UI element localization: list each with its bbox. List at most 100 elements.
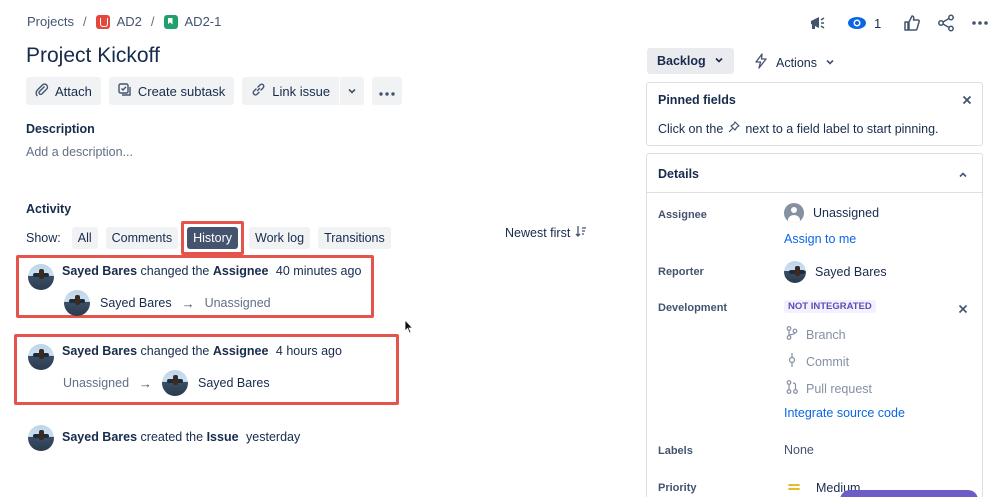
watch-count: 1: [874, 15, 882, 31]
filter-transitions[interactable]: Transitions: [318, 227, 391, 249]
development-label: Development: [658, 302, 728, 314]
filter-work-log[interactable]: Work log: [249, 227, 311, 249]
feedback-megaphone-icon[interactable]: [806, 12, 828, 34]
sort-order-button[interactable]: Newest first: [505, 225, 587, 240]
activity-time: 4 hours ago: [275, 344, 342, 358]
story-icon: [163, 14, 178, 29]
avatar: [64, 290, 90, 316]
dev-pull-request: Pull request: [786, 380, 872, 397]
issue-title[interactable]: Project Kickoff: [26, 44, 160, 68]
integrate-source-code-link[interactable]: Integrate source code: [784, 406, 905, 420]
activity-entry-summary: Sayed Bares created the Issue yesterday: [62, 430, 300, 444]
breadcrumb: Projects / AD2 / AD2-1: [27, 14, 221, 29]
activity-filters: Show: All Comments History Work log Tran…: [26, 221, 399, 255]
floating-action-button[interactable]: [840, 490, 978, 497]
lightning-icon: [754, 53, 768, 72]
chevron-down-icon: [347, 84, 357, 99]
watch-button[interactable]: 1: [846, 12, 881, 34]
breadcrumb-project[interactable]: AD2: [117, 14, 142, 29]
priority-medium-icon: [788, 480, 800, 495]
arrow-right-icon: →: [181, 295, 195, 311]
activity-field: Assignee: [212, 264, 269, 278]
close-icon[interactable]: [958, 302, 968, 317]
sort-descending-icon: [575, 225, 587, 240]
link-issue-dropdown[interactable]: [340, 77, 365, 105]
activity-verb: changed the: [140, 344, 210, 358]
pinned-fields-hint: Click on the next to a field label to st…: [658, 121, 939, 136]
activity-user[interactable]: Sayed Bares: [62, 430, 137, 444]
activity-entry: Sayed Bares changed the Assignee 4 hours…: [28, 344, 342, 370]
activity-entry-summary: Sayed Bares changed the Assignee 40 minu…: [62, 264, 361, 278]
labels-value[interactable]: None: [784, 443, 814, 457]
thumbs-up-icon[interactable]: [901, 12, 923, 34]
paperclip-icon: [35, 82, 49, 100]
description-input[interactable]: Add a description...: [26, 145, 133, 159]
activity-user[interactable]: Sayed Bares: [62, 264, 137, 278]
assignee-field[interactable]: Unassigned: [784, 203, 879, 223]
filter-comments[interactable]: Comments: [105, 227, 179, 249]
avatar: [28, 264, 54, 290]
assign-to-me-link[interactable]: Assign to me: [784, 232, 856, 246]
link-issue-label: Link issue: [272, 83, 331, 99]
avatar: [28, 425, 54, 451]
details-panel: Details Assignee Unassigned Assign to me…: [646, 153, 983, 497]
create-subtask-label: Create subtask: [137, 83, 226, 99]
unassigned-avatar-icon: [784, 203, 804, 223]
chevron-down-icon: [825, 55, 835, 70]
close-icon[interactable]: [962, 93, 972, 108]
reporter-field[interactable]: Sayed Bares: [784, 261, 887, 283]
more-options-icon[interactable]: [969, 12, 991, 34]
more-toolbar-button[interactable]: [372, 77, 403, 105]
actions-button[interactable]: Actions: [754, 53, 835, 72]
actions-label: Actions: [776, 55, 817, 70]
attach-button[interactable]: Attach: [26, 77, 101, 105]
status-dropdown[interactable]: Backlog: [647, 48, 734, 74]
change-to: Unassigned: [204, 296, 271, 310]
link-issue-button[interactable]: Link issue: [242, 77, 340, 105]
reporter-label: Reporter: [658, 266, 704, 278]
description-label: Description: [26, 122, 95, 136]
activity-label: Activity: [26, 202, 72, 216]
breadcrumb-separator: /: [82, 14, 87, 29]
change-to: Sayed Bares: [198, 376, 270, 390]
breadcrumb-projects[interactable]: Projects: [27, 14, 74, 29]
activity-field: Issue: [206, 430, 239, 444]
activity-entry-summary: Sayed Bares changed the Assignee 4 hours…: [62, 344, 342, 358]
assignee-value: Unassigned: [813, 206, 880, 220]
dev-branch: Branch: [786, 326, 846, 343]
details-title: Details: [658, 167, 699, 181]
project-icon: [95, 14, 110, 29]
activity-change: Unassigned → Sayed Bares: [63, 370, 270, 396]
labels-label: Labels: [658, 445, 693, 457]
link-issue-group: Link issue: [242, 77, 365, 105]
reporter-value: Sayed Bares: [815, 265, 887, 279]
breadcrumb-issue[interactable]: AD2-1: [185, 14, 222, 29]
create-subtask-button[interactable]: Create subtask: [108, 77, 235, 105]
share-icon[interactable]: [935, 12, 957, 34]
activity-entry: Sayed Bares created the Issue yesterday: [28, 425, 300, 451]
issue-toolbar: Attach Create subtask Link issue: [26, 77, 403, 105]
subtask-icon: [118, 82, 132, 100]
chevron-up-icon[interactable]: [958, 168, 968, 183]
activity-time: yesterday: [246, 430, 301, 444]
activity-user[interactable]: Sayed Bares: [62, 344, 137, 358]
more-horizontal-icon: [379, 84, 395, 99]
details-header[interactable]: Details: [647, 154, 982, 193]
avatar: [162, 370, 189, 396]
filter-history[interactable]: History: [187, 227, 238, 249]
filter-all[interactable]: All: [71, 227, 98, 249]
pinned-hint-after: next to a field label to start pinning.: [745, 121, 939, 136]
status-label: Backlog: [657, 54, 706, 68]
pinned-fields-title: Pinned fields: [658, 93, 736, 107]
change-from: Unassigned: [63, 376, 130, 390]
not-integrated-badge: NOT INTEGRATED: [784, 300, 876, 313]
show-label: Show:: [26, 231, 61, 245]
pin-icon: [728, 121, 740, 136]
link-icon: [251, 82, 266, 100]
issue-header-actions: 1: [806, 12, 991, 34]
attach-label: Attach: [55, 83, 92, 99]
avatar: [784, 261, 806, 283]
pinned-hint-before: Click on the: [658, 121, 724, 136]
branch-label: Branch: [806, 327, 846, 342]
activity-change: Sayed Bares → Unassigned: [64, 290, 271, 316]
